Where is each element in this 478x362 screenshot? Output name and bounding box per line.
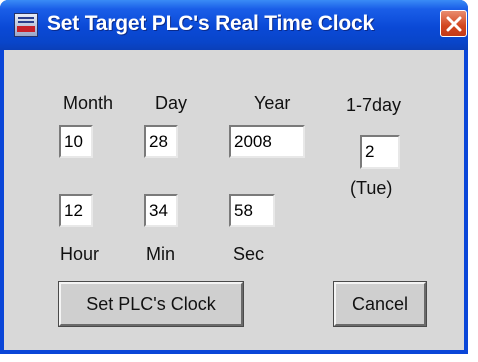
window-title: Set Target PLC's Real Time Clock <box>47 12 374 35</box>
hour-field[interactable]: 12 <box>59 194 93 227</box>
title-bar[interactable]: Set Target PLC's Real Time Clock <box>0 0 468 50</box>
dialog-body: Month Day Year 1-7day 10 28 2008 2 (Tue)… <box>4 50 464 350</box>
hour-label: Hour <box>60 244 100 264</box>
sec-label: Sec <box>233 244 265 264</box>
year-field[interactable]: 2008 <box>229 125 305 158</box>
min-label: Min <box>146 244 176 264</box>
month-field[interactable]: 10 <box>59 125 93 158</box>
app-icon <box>14 13 38 37</box>
day-field[interactable]: 28 <box>144 125 178 158</box>
cancel-button[interactable]: Cancel <box>333 281 427 327</box>
weekday-label: 1-7day <box>346 95 402 115</box>
min-field[interactable]: 34 <box>144 194 178 227</box>
close-icon <box>446 16 462 32</box>
weekday-field[interactable]: 2 <box>360 135 400 169</box>
year-label: Year <box>254 93 291 113</box>
set-clock-button[interactable]: Set PLC's Clock <box>58 281 244 327</box>
sec-field[interactable]: 58 <box>229 194 275 227</box>
month-label: Month <box>63 93 114 113</box>
close-button[interactable] <box>440 10 467 37</box>
day-label: Day <box>155 93 188 113</box>
dialog-window: Set Target PLC's Real Time Clock Month D… <box>0 0 468 354</box>
weekday-name: (Tue) <box>350 178 393 198</box>
